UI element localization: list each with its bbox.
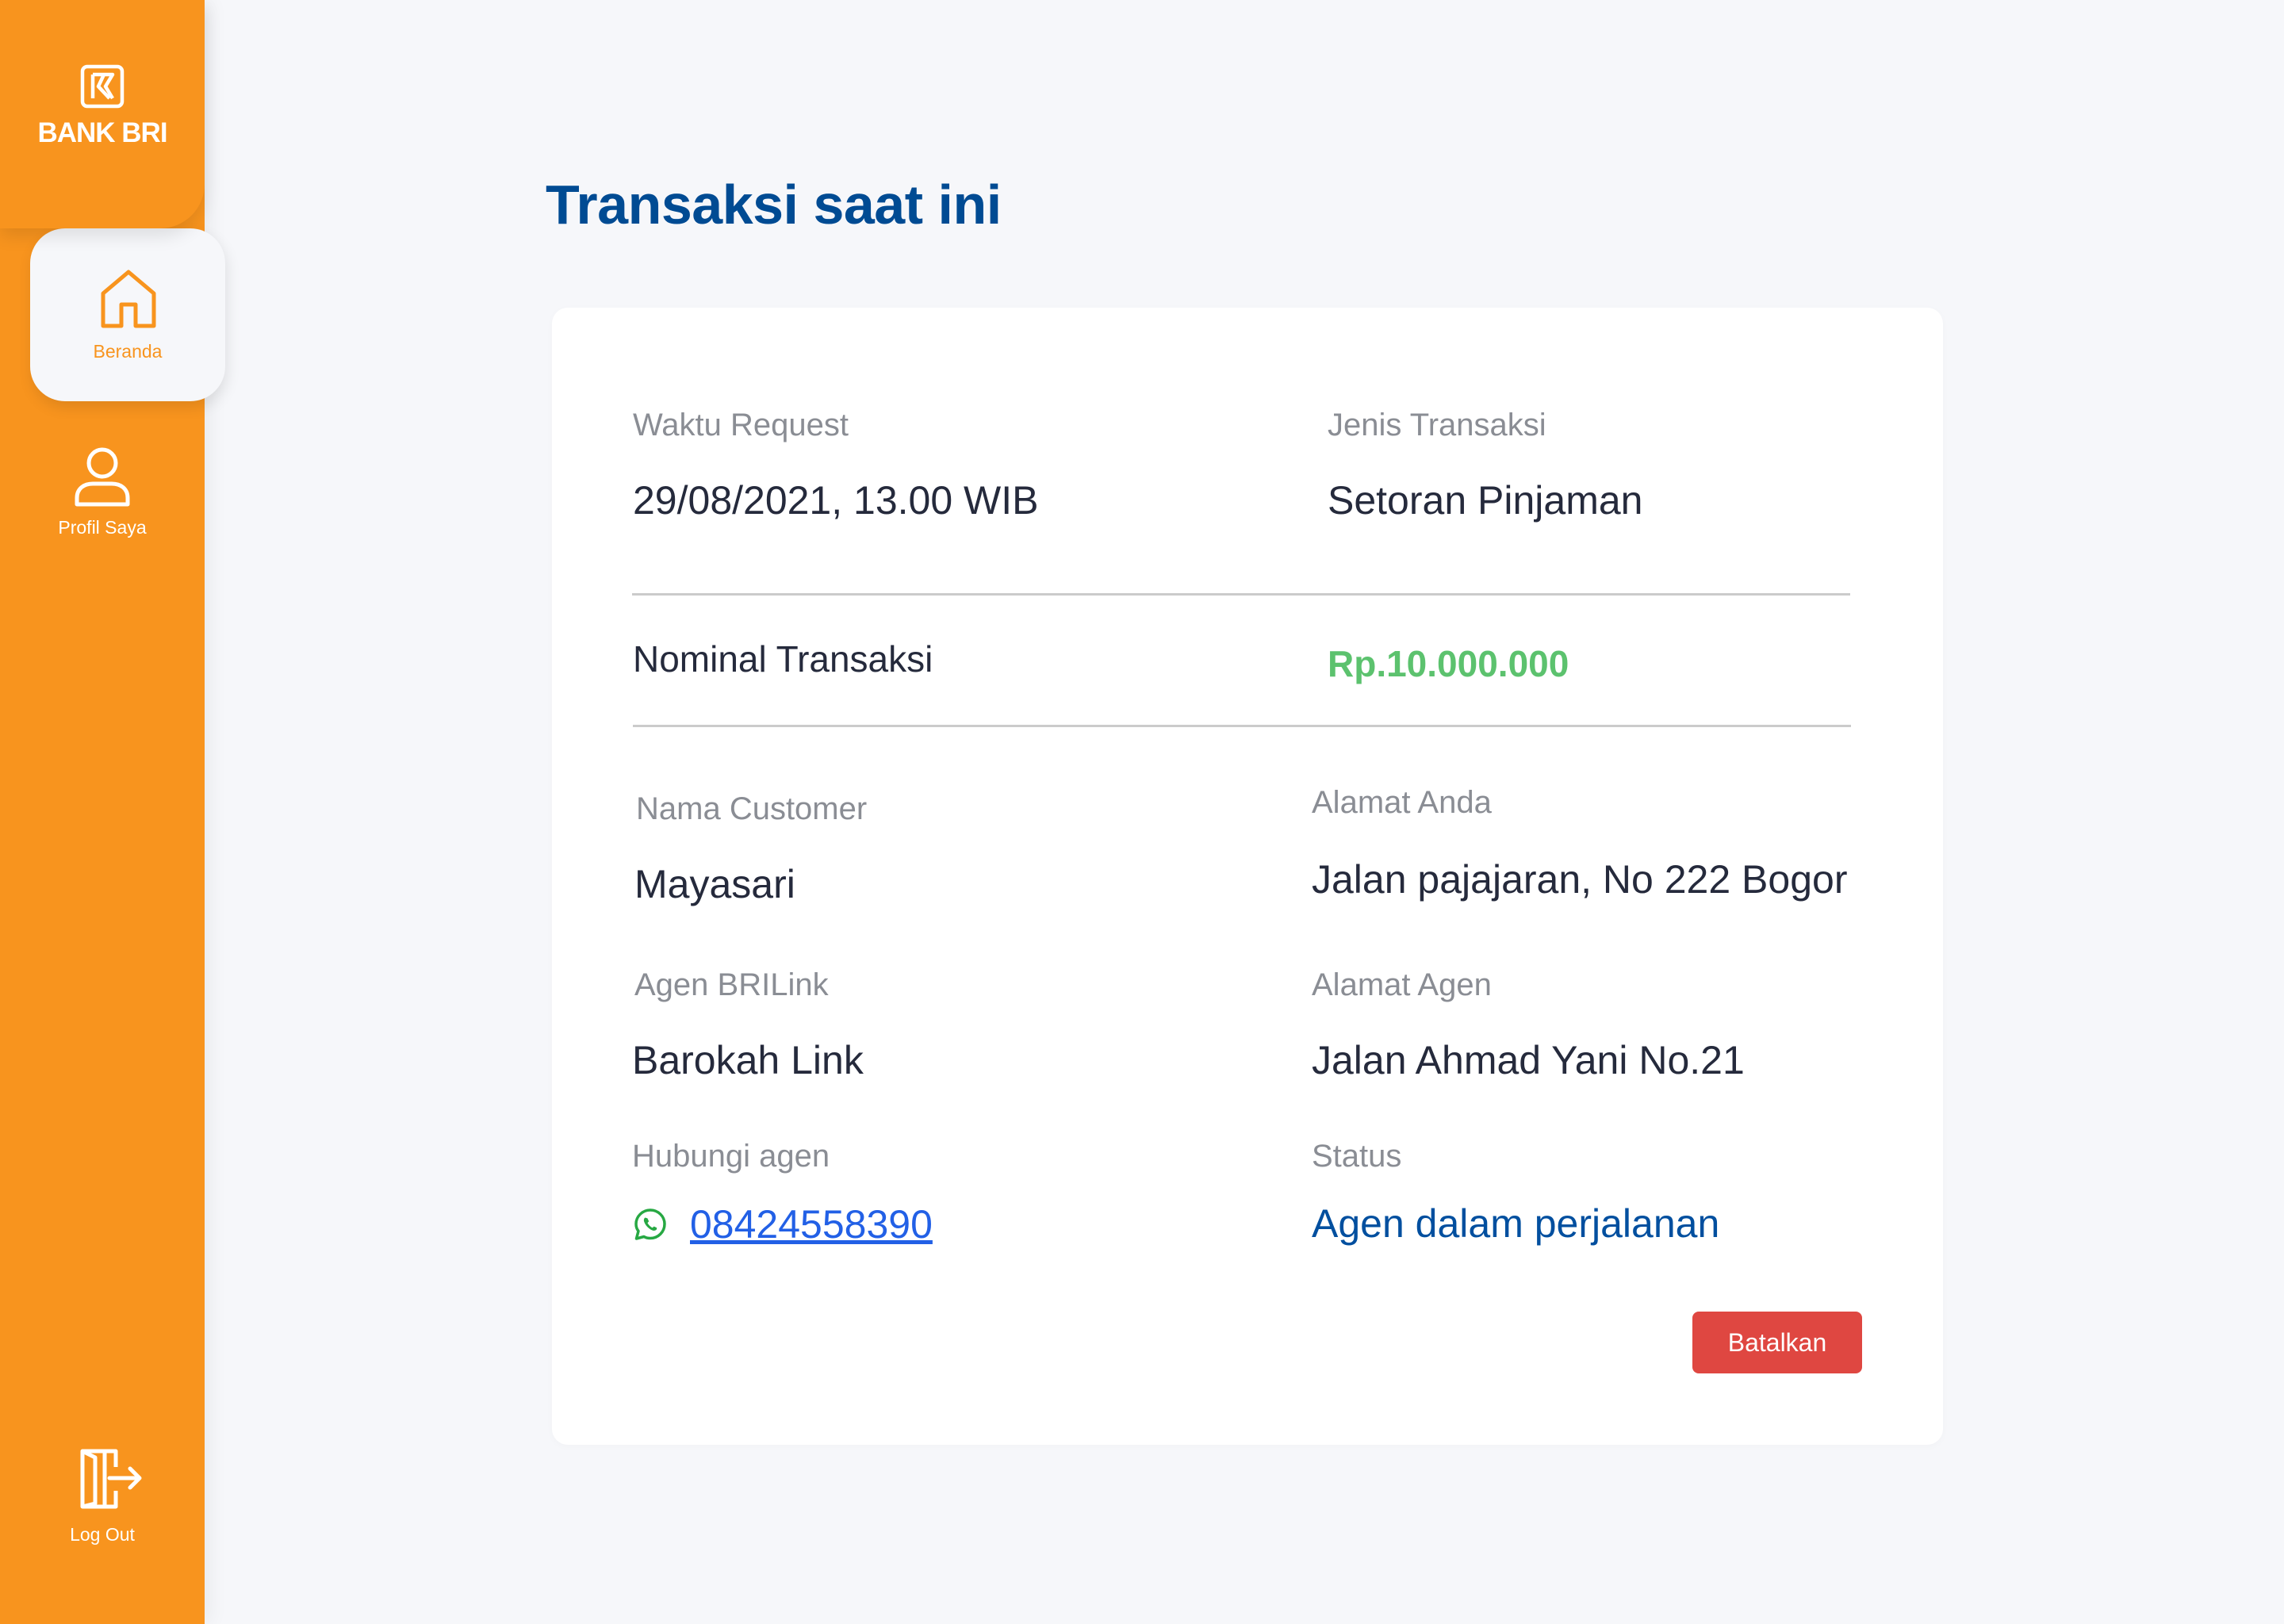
agent-label: Agen BRILink	[634, 967, 829, 1002]
agent-value: Barokah Link	[632, 1038, 864, 1082]
your-address-label: Alamat Anda	[1312, 785, 1492, 820]
logout-icon[interactable]	[78, 1448, 143, 1510]
home-icon[interactable]	[98, 268, 159, 330]
customer-name-value: Mayasari	[634, 862, 795, 906]
logout-label[interactable]: Log Out	[23, 1524, 182, 1545]
user-icon[interactable]	[74, 446, 131, 508]
divider	[632, 593, 1850, 596]
status-label: Status	[1312, 1139, 1402, 1174]
amount-value: Rp.10.000.000	[1328, 643, 1569, 684]
page-title: Transaksi saat ini	[546, 174, 1002, 236]
contact-agent-label: Hubungi agen	[632, 1139, 830, 1174]
sidebar-item-label[interactable]: Beranda	[48, 341, 207, 362]
customer-name-label: Nama Customer	[636, 791, 868, 826]
transaction-type-value: Setoran Pinjaman	[1328, 478, 1643, 523]
agent-address-label: Alamat Agen	[1312, 967, 1492, 1002]
request-time-label: Waktu Request	[633, 408, 849, 442]
request-time-value: 29/08/2021, 13.00 WIB	[633, 478, 1039, 523]
whatsapp-icon[interactable]	[633, 1207, 668, 1242]
brand-logo: BANK BRI	[0, 0, 205, 228]
bri-logo-icon	[80, 64, 125, 109]
agent-phone-link[interactable]: 08424558390	[690, 1201, 933, 1247]
divider	[633, 725, 1851, 727]
sidebar-item-label[interactable]: Profil Saya	[23, 517, 182, 538]
your-address-value: Jalan pajajaran, No 222 Bogor	[1312, 857, 1848, 902]
contact-agent-row: 08424558390	[633, 1199, 933, 1250]
brand-name: BANK BRI	[37, 117, 167, 148]
sidebar: BANK BRI Beranda Profil Saya Log Out	[0, 0, 225, 1624]
cancel-button[interactable]: Batalkan	[1692, 1312, 1862, 1373]
status-value: Agen dalam perjalanan	[1312, 1201, 1720, 1246]
agent-address-value: Jalan Ahmad Yani No.21	[1312, 1038, 1745, 1082]
transaction-type-label: Jenis Transaksi	[1328, 408, 1546, 442]
amount-label: Nominal Transaksi	[633, 638, 933, 680]
